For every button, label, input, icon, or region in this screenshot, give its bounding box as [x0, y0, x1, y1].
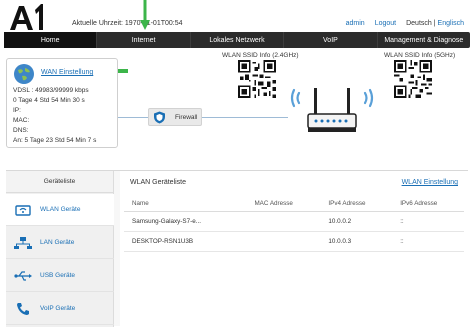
device-ipv4: 10.0.0.2: [320, 211, 393, 232]
device-mac: [246, 231, 321, 252]
connection-line-router: [202, 117, 288, 118]
device-name: Samsung-Galaxy-S7-e...: [124, 211, 247, 232]
wan-dns: DNS:: [13, 127, 29, 134]
sidebar-item-wlan[interactable]: WLAN Geräte: [6, 194, 114, 226]
language-deutsch[interactable]: Deutsch: [406, 20, 432, 27]
column-mac: MAC Adresse: [246, 197, 321, 212]
device-sidebar-title: Geräteliste: [6, 171, 113, 193]
network-icon: [14, 236, 32, 249]
table-row[interactable]: DESKTOP-RSN1U3B 10.0.0.3 ::: [124, 231, 464, 252]
nav-lokales-netzwerk[interactable]: Lokales Netzwerk: [191, 32, 285, 48]
sidebar-label-wlan: WLAN Geräte: [40, 206, 81, 213]
router-icon: [290, 88, 374, 132]
wlan-device-panel: WLAN Geräteliste WLAN Einstellung Name M…: [120, 171, 468, 327]
sidebar-label-lan: LAN Geräte: [40, 239, 75, 246]
device-ipv4: 10.0.0.3: [320, 231, 393, 252]
globe-icon: [14, 64, 34, 84]
wlan-device-table: Name MAC Adresse IPv4 Adresse IPv6 Adres…: [124, 197, 464, 252]
sidebar-label-usb: USB Geräte: [40, 272, 76, 279]
table-row[interactable]: Samsung-Galaxy-S7-e... 10.0.0.2 ::: [124, 211, 464, 232]
nav-management-diagnose[interactable]: Management & Diagnose: [378, 32, 470, 48]
sidebar-item-usb[interactable]: USB Geräte: [6, 260, 114, 292]
wan-settings-link[interactable]: WAN Einstellung: [41, 69, 93, 76]
language-english[interactable]: Englisch: [438, 20, 464, 27]
admin-link[interactable]: admin: [346, 20, 365, 27]
main-navigation: Home Internet Lokales Netzwerk VoIP Mana…: [4, 32, 470, 48]
wlan-ssid-24-label: WLAN SSID Info (2.4GHz): [222, 52, 299, 59]
a1-logo: [10, 4, 43, 30]
shield-icon: [154, 111, 165, 124]
wifi-icon: [15, 204, 31, 216]
column-ipv6: IPv6 Adresse: [392, 197, 464, 212]
current-time: Aktuelle Uhrzeit: 1970-01-01T00:54: [72, 20, 183, 27]
language-separator: |: [433, 20, 436, 27]
top-links: admin Logout Deutsch | Englisch: [346, 20, 464, 27]
wan-status-panel: WAN Einstellung VDSL : 49983/99999 kbps …: [6, 58, 118, 148]
device-sidebar: Geräteliste WLAN Geräte LAN Geräte USB G…: [6, 171, 114, 327]
wan-ip: IP:: [13, 107, 21, 114]
qr-code-5ghz-icon: [394, 60, 432, 98]
device-ipv6: ::: [392, 211, 464, 232]
vdsl-uptime: 0 Tage 4 Std 54 Min 30 s: [13, 97, 85, 104]
nav-internet[interactable]: Internet: [97, 32, 191, 48]
column-name: Name: [124, 197, 247, 212]
column-ipv4: IPv4 Adresse: [320, 197, 393, 212]
firewall-box[interactable]: Firewall: [148, 108, 202, 126]
nav-voip[interactable]: VoIP: [284, 32, 378, 48]
device-name: DESKTOP-RSN1U3B: [124, 231, 247, 252]
wlan-device-list-title: WLAN Geräteliste: [130, 179, 187, 186]
qr-code-24ghz-icon: [238, 60, 276, 98]
sidebar-item-lan[interactable]: LAN Geräte: [6, 227, 114, 259]
device-list-section: Geräteliste WLAN Geräte LAN Geräte USB G…: [6, 170, 468, 327]
nav-home[interactable]: Home: [4, 32, 98, 48]
sidebar-label-voip: VoIP Geräte: [40, 305, 76, 312]
vdsl-rate: VDSL : 49983/99999 kbps: [13, 87, 89, 94]
wan-connected-time: An: 5 Tage 23 Std 54 Min 7 s: [13, 137, 97, 144]
device-ipv6: ::: [392, 231, 464, 252]
wan-mac: MAC:: [13, 117, 30, 124]
phone-icon: [17, 302, 29, 315]
highlight-arrow-down-icon: [140, 0, 150, 30]
firewall-label: Firewall: [175, 114, 198, 121]
wlan-ssid-5-label: WLAN SSID Info (5GHz): [384, 52, 456, 59]
sidebar-item-voip[interactable]: VoIP Geräte: [6, 293, 114, 325]
logout-link[interactable]: Logout: [375, 20, 396, 27]
connection-line-wan: [118, 117, 148, 118]
wlan-settings-link[interactable]: WLAN Einstellung: [402, 179, 458, 186]
usb-icon: [14, 270, 32, 281]
device-mac: [246, 211, 321, 232]
table-header-row: Name MAC Adresse IPv4 Adresse IPv6 Adres…: [124, 197, 464, 212]
